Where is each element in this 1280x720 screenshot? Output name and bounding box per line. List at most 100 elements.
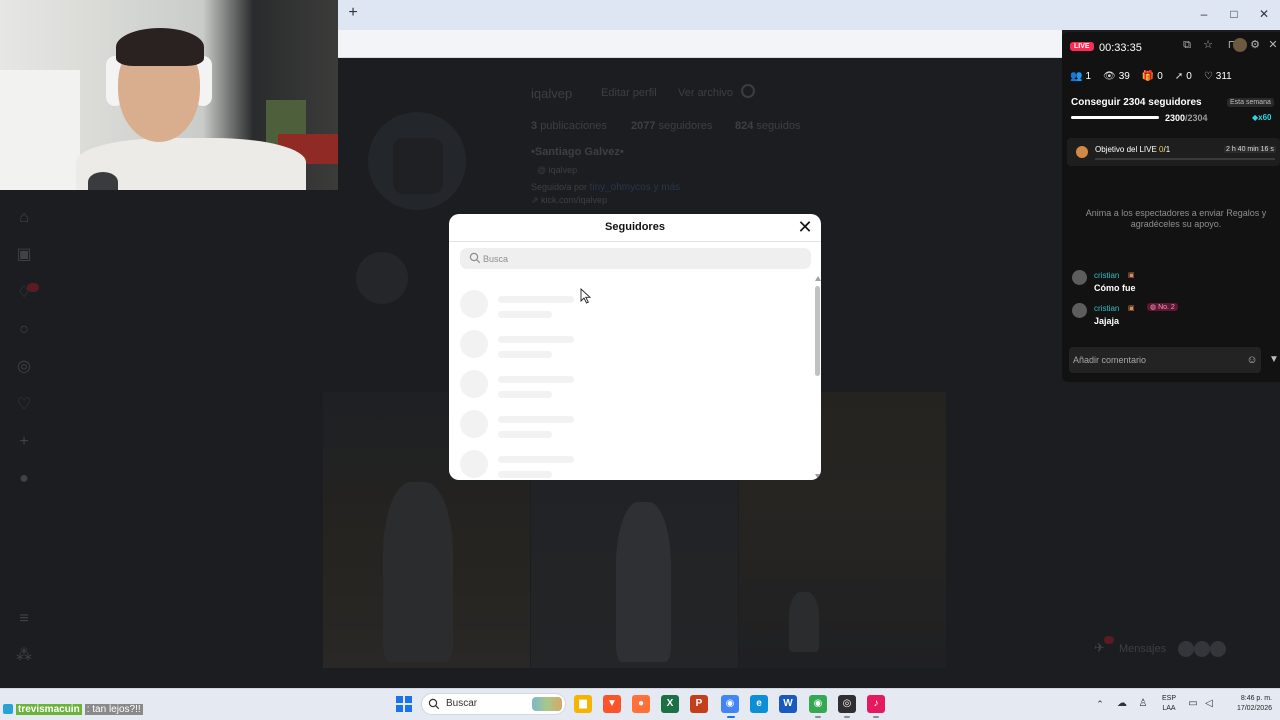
tray-overflow-icon[interactable]: ⌃	[1095, 699, 1105, 709]
reels-icon[interactable]: ▣	[14, 245, 34, 265]
gifter-badge-icon: ▣	[1128, 305, 1135, 312]
list-item	[460, 408, 760, 442]
profile-link[interactable]: ⇗ kick.com/iqalvep	[531, 195, 607, 206]
running-app-indicator	[873, 716, 879, 718]
excel-icon[interactable]: X	[661, 695, 679, 713]
followed-by: Seguido/a por tiny_ohmycos y más	[531, 182, 681, 193]
close-icon[interactable]: ✕	[1266, 38, 1280, 52]
star-icon[interactable]: ☆	[1201, 38, 1215, 52]
heart-icon: ♡	[1203, 70, 1213, 82]
volume-icon[interactable]: ◁	[1203, 698, 1215, 710]
word-icon[interactable]: W	[779, 695, 797, 713]
heart-nav-icon[interactable]: ♡	[14, 395, 34, 415]
live-goal-progress	[1095, 158, 1275, 160]
settings-icon[interactable]	[741, 84, 755, 98]
live-goal-card[interactable]: Objetivo del LIVE 0/1 2 h 40 min 16 s	[1067, 138, 1280, 166]
avatar	[1194, 641, 1210, 657]
home-icon[interactable]: ⌂	[14, 208, 34, 228]
edge-icon[interactable]: e	[750, 695, 768, 713]
menu-icon[interactable]: ≡	[14, 609, 34, 629]
search-nav-icon[interactable]: ○	[14, 320, 34, 340]
search-input[interactable]	[483, 250, 803, 267]
profile-nav-icon[interactable]: ●	[14, 469, 34, 489]
stat-likes[interactable]: ♡ 311	[1204, 69, 1232, 83]
view-archive-button[interactable]: Ver archivo	[678, 87, 733, 99]
gift-hint-text: Anima a los espectadores a enviar Regalo…	[1085, 208, 1267, 229]
chat-text: Cómo fue	[1094, 283, 1136, 293]
running-app-indicator	[815, 716, 821, 718]
live-stats: 👥 1 👁 39 🎁 0 ➚ 0 ♡ 311	[1070, 69, 1276, 83]
avatar	[1210, 641, 1226, 657]
avatar[interactable]	[1233, 38, 1247, 52]
powerpoint-icon[interactable]: P	[690, 695, 708, 713]
explore-icon[interactable]: ◎	[14, 357, 34, 377]
window-maximize-button[interactable]: □	[1226, 6, 1242, 22]
comment-input[interactable]	[1073, 352, 1233, 368]
modal-scrollbar[interactable]	[814, 276, 821, 480]
messages-pill[interactable]: Mensajes	[1119, 643, 1166, 655]
stat-viewers[interactable]: 👁 39	[1103, 69, 1130, 83]
filter-icon[interactable]: ▼	[1268, 354, 1280, 366]
profile-username: iqalvep	[531, 86, 573, 101]
windows-start-icon[interactable]	[396, 696, 412, 712]
meta-apps-icon[interactable]: ⁂	[14, 646, 34, 666]
stat-users[interactable]: 👥 1	[1070, 69, 1091, 83]
modal-header: Seguidores ✕	[449, 214, 821, 242]
live-goal-time-left: 2 h 40 min 16 s	[1224, 146, 1276, 153]
stat-followers[interactable]: 2077 seguidores	[631, 120, 712, 132]
stat-posts[interactable]: 3 publicaciones	[531, 120, 607, 132]
gifter-badge-icon: ▣	[1128, 272, 1135, 279]
tiktok-icon[interactable]: ♪	[867, 695, 885, 713]
file-explorer-icon[interactable]: ▆	[574, 695, 592, 713]
goal-period-badge[interactable]: Esta semana	[1227, 98, 1274, 107]
chrome-profile-icon[interactable]: ◉	[809, 695, 827, 713]
avatar	[1072, 270, 1087, 285]
live-timer: 00:33:35	[1099, 42, 1142, 54]
new-tab-button[interactable]: +	[345, 5, 361, 21]
running-app-indicator	[844, 716, 850, 718]
webcam-feed	[0, 0, 338, 190]
ticker-message: : tan lejos?!!	[84, 703, 143, 715]
stat-following[interactable]: 824 seguidos	[735, 120, 800, 132]
emoji-icon[interactable]: ☺	[1246, 354, 1258, 366]
live-goal-label: Objetivo del LIVE 0/1	[1095, 145, 1171, 154]
scrollbar-thumb[interactable]	[815, 286, 820, 376]
chrome-icon[interactable]: ◉	[721, 695, 739, 713]
list-item	[460, 288, 760, 322]
follower-goal-count: 2300/2304	[1165, 113, 1208, 123]
clock[interactable]: 8:46 p. m. 17/02/2026	[1222, 694, 1272, 714]
webcam-person-hair	[116, 28, 204, 66]
network-icon[interactable]: ▭	[1187, 698, 1199, 710]
active-app-indicator	[727, 716, 735, 718]
scroll-up-arrow[interactable]	[815, 276, 821, 281]
browser-tab-bar	[338, 0, 1280, 30]
threads-handle[interactable]: @ iqalvep	[537, 165, 577, 175]
onedrive-icon[interactable]: ☁	[1116, 698, 1128, 710]
modal-title: Seguidores	[605, 221, 665, 233]
scroll-down-arrow[interactable]	[815, 474, 821, 479]
live-panel: LIVE 00:33:35 ⧉ ☆ ⊓ ⚙ ✕ 👥 1 👁 39 🎁 0 ➚ 0 ♡ 31…	[1062, 32, 1280, 382]
pip-icon[interactable]: ⧉	[1180, 38, 1194, 52]
microphone-icon[interactable]: ♙	[1137, 698, 1149, 710]
follower-goal-progress-fill	[1071, 116, 1159, 119]
story-highlight[interactable]	[356, 252, 408, 304]
chat-username[interactable]: cristian	[1094, 271, 1119, 280]
obs-icon[interactable]: ◎	[838, 695, 856, 713]
search-highlight-image	[532, 697, 562, 711]
close-icon[interactable]: ✕	[797, 218, 813, 236]
stat-new-followers[interactable]: ➚ 0	[1175, 69, 1192, 83]
window-minimize-button[interactable]: –	[1196, 6, 1212, 22]
browser-address-bar[interactable]	[338, 30, 1062, 58]
brave-icon[interactable]: ▼	[603, 695, 621, 713]
chat-username[interactable]: cristian	[1094, 304, 1119, 313]
create-icon[interactable]: +	[14, 432, 34, 452]
window-close-button[interactable]: ✕	[1256, 6, 1272, 22]
avatar	[1072, 303, 1087, 318]
stat-gifts[interactable]: 🎁 0	[1142, 69, 1163, 83]
edit-profile-button[interactable]: Editar perfil	[601, 87, 657, 99]
language-indicator[interactable]: ESP LAA	[1158, 694, 1180, 714]
eye-icon: 👁	[1103, 70, 1116, 82]
firefox-icon[interactable]: ●	[632, 695, 650, 713]
gear-icon[interactable]: ⚙	[1248, 38, 1262, 52]
taskbar-search-label[interactable]: Buscar	[446, 698, 477, 709]
